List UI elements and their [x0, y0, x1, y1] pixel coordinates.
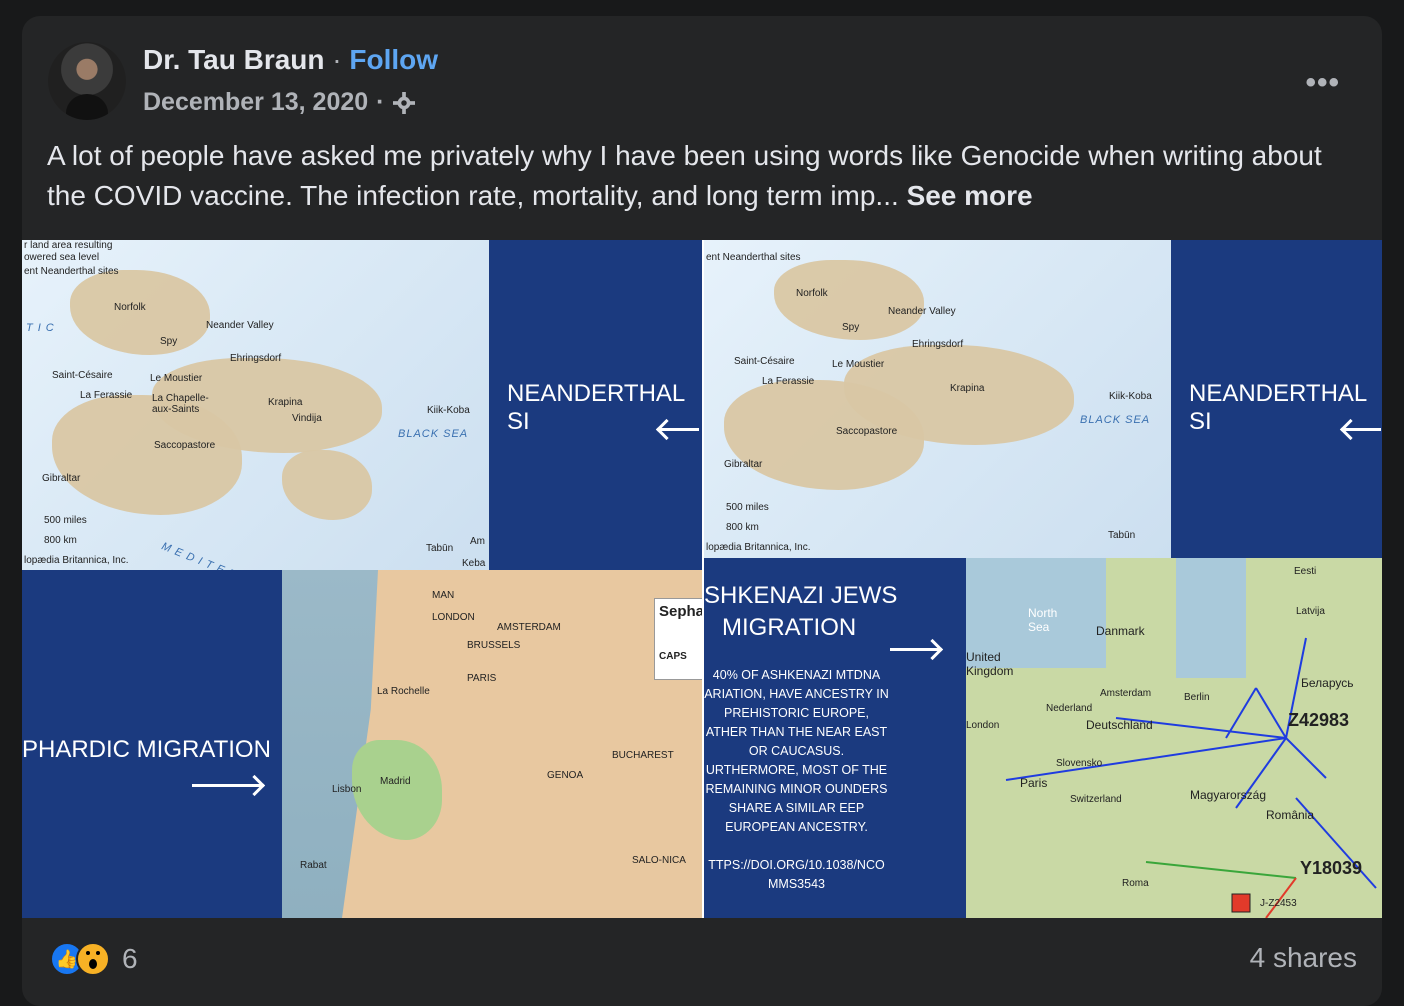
- more-options-icon[interactable]: •••: [1305, 66, 1340, 100]
- follow-button[interactable]: Follow: [349, 44, 438, 75]
- panel-body: 40% OF ASHKENAZI MTDNA ARIATION, HAVE AN…: [704, 668, 889, 834]
- post-header: Dr. Tau Braun · Follow: [143, 44, 439, 75]
- neanderthal-map-left[interactable]: r land area resulting owered sea level e…: [22, 240, 489, 570]
- doi-link[interactable]: TTPS://DOI.ORG/10.1038/NCOMMS3543: [704, 856, 889, 894]
- left-arrow-icon: [659, 428, 699, 431]
- left-arrow-icon: [1343, 428, 1381, 431]
- gear-icon[interactable]: [392, 91, 415, 114]
- reactions[interactable]: 👍 6: [50, 942, 138, 976]
- wow-icon: [76, 942, 110, 976]
- reaction-count[interactable]: 6: [122, 943, 138, 975]
- post-date[interactable]: December 13, 2020: [143, 88, 368, 117]
- post-media-grid[interactable]: r land area resulting owered sea level e…: [22, 240, 1382, 918]
- neanderthal-map-right[interactable]: ent Neanderthal sites Norfolk Neander Va…: [704, 240, 1171, 558]
- post-text: A lot of people have asked me privately …: [47, 140, 1322, 211]
- sephardic-panel[interactable]: PHARDIC MIGRATION: [22, 570, 312, 918]
- shares-count[interactable]: 4 shares: [1250, 942, 1357, 974]
- neanderthal-panel-right[interactable]: NEANDERTHAL SI: [1171, 240, 1382, 558]
- see-more-link[interactable]: See more: [907, 180, 1033, 211]
- ashkenazi-panel[interactable]: SHKENAZI JEWS MIGRATION 40% OF ASHKENAZI…: [704, 558, 966, 918]
- post-footer: 👍 6 4 shares: [22, 918, 1382, 1006]
- right-arrow-icon: [192, 784, 262, 787]
- haplogroup-map[interactable]: Eesti North Sea Danmark Latvija United K…: [966, 558, 1382, 918]
- author-avatar[interactable]: [48, 42, 126, 120]
- neanderthal-panel-left[interactable]: NEANDERTHAL SI: [489, 240, 702, 570]
- right-arrow-icon: [890, 648, 940, 651]
- author-name[interactable]: Dr. Tau Braun: [143, 44, 325, 75]
- sephardic-map[interactable]: MAN LONDON AMSTERDAM BRUSSELS PARIS La R…: [282, 570, 702, 918]
- panel-title: PHARDIC MIGRATION: [22, 736, 271, 763]
- post-date-row: December 13, 2020 ·: [143, 88, 415, 117]
- post-card: Dr. Tau Braun · Follow December 13, 2020…: [22, 16, 1382, 1006]
